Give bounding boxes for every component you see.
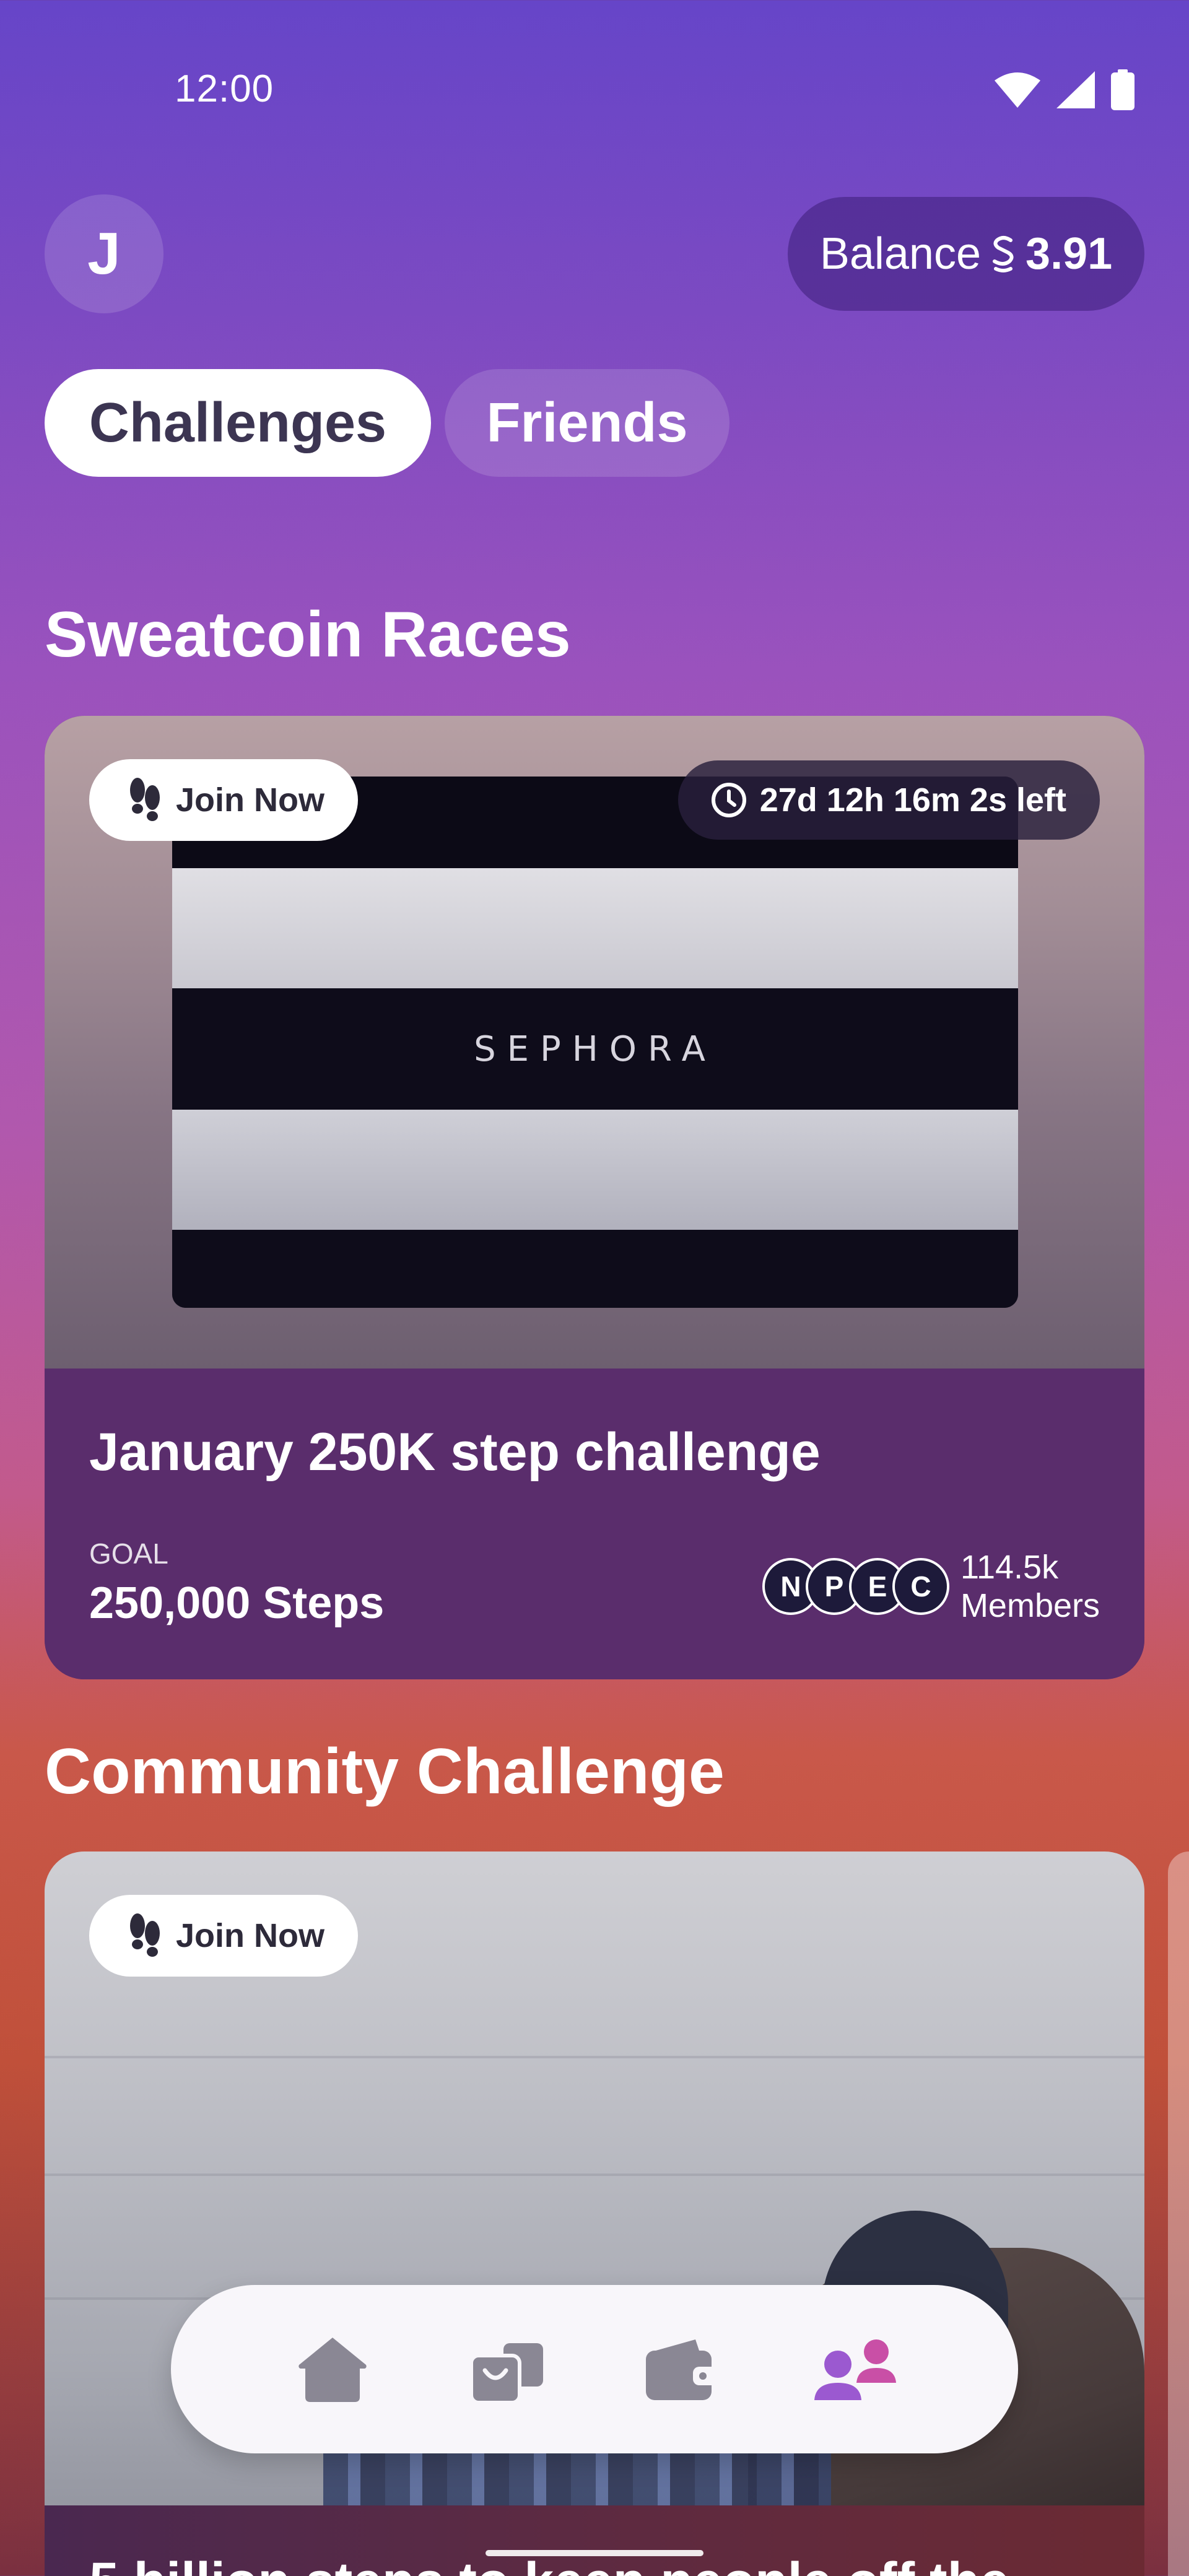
home-indicator [486,2550,703,2556]
join-now-button[interactable]: Join Now [89,1895,358,1977]
bottom-nav [171,2285,1018,2453]
tab-challenges[interactable]: Challenges [45,369,431,477]
member-avatar: C [892,1558,949,1615]
balance-pill[interactable]: Balance 3.91 [788,197,1144,311]
join-now-label: Join Now [176,1917,324,1954]
balance-label: Balance [819,229,982,279]
nav-shop[interactable] [458,2320,557,2419]
tab-friends-label: Friends [486,391,688,454]
next-card-peek[interactable] [1168,1852,1189,2576]
time-left-text: 27d 12h 16m 2s left [759,781,1066,819]
home-icon [298,2338,367,2402]
join-now-label: Join Now [176,781,324,819]
brand-logo: SEPHORA [474,1029,716,1069]
wifi-icon [995,72,1040,108]
giftcard-image: SEPHORA [172,777,1018,1308]
balance-amount: 3.91 [1026,229,1113,279]
member-count-value: 114.5k [960,1549,1059,1586]
avatar-initial: J [87,220,121,287]
member-count-label: Members [960,1587,1100,1624]
shopping-bag-icon [469,2343,543,2404]
battery-icon [1111,69,1135,110]
people-icon [814,2339,896,2400]
sweatcoin-icon [993,236,1014,272]
race-card-image: SEPHORA Join Now 27d 12h 16m 2s left [45,716,1144,1368]
race-card-info: January 250K step challenge GOAL 250,000… [45,1368,1144,1679]
tab-friends[interactable]: Friends [445,369,730,477]
goal-value: 250,000 Steps [89,1578,385,1628]
tab-challenges-label: Challenges [89,391,387,454]
nav-wallet[interactable] [632,2320,731,2419]
avatar[interactable]: J [45,194,163,313]
footsteps-icon [130,778,160,821]
member-count: 114.5k Members [960,1548,1100,1625]
goal-label: GOAL [89,1538,168,1570]
join-now-button[interactable]: Join Now [89,759,358,841]
clock-icon [711,783,746,817]
status-time: 12:00 [175,67,274,110]
nav-home[interactable] [283,2320,382,2419]
member-avatars: N P E C [762,1558,949,1615]
nav-friends[interactable] [807,2320,906,2419]
signal-icon [1056,71,1095,108]
race-card[interactable]: SEPHORA Join Now 27d 12h 16m 2s left Jan… [45,716,1144,1679]
wallet-icon [646,2339,718,2400]
community-section-title: Community Challenge [45,1736,725,1808]
community-card[interactable]: Join Now [45,1852,1144,2576]
status-icons [995,69,1135,110]
members-group: N P E C 114.5k Members [762,1548,1100,1625]
races-section-title: Sweatcoin Races [45,599,571,671]
race-title: January 250K step challenge [89,1422,821,1482]
time-left-badge: 27d 12h 16m 2s left [677,760,1100,840]
footsteps-icon [130,1913,160,1957]
